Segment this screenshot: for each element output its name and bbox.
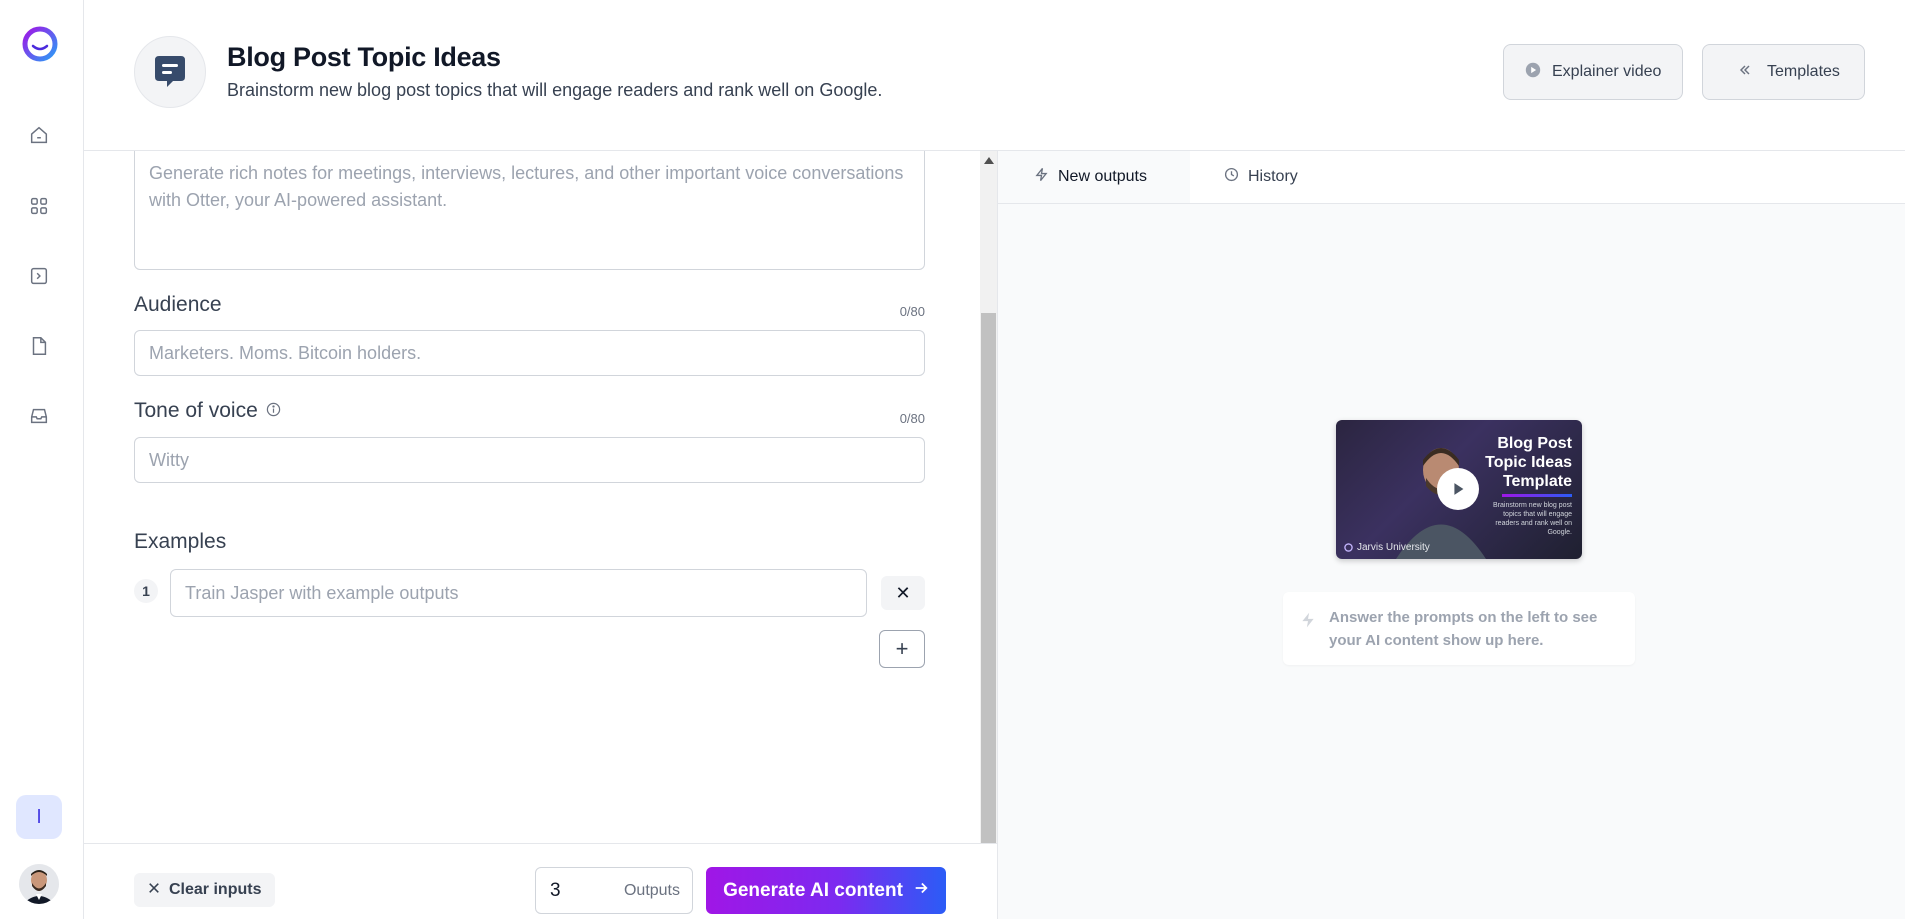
- user-avatar[interactable]: [19, 864, 59, 904]
- workspace-initial[interactable]: I: [16, 795, 62, 839]
- arrow-right-icon: [913, 880, 929, 902]
- video-title-line-1: Blog Post: [1497, 435, 1572, 452]
- tone-input[interactable]: Witty: [134, 437, 925, 483]
- explainer-video-label: Explainer video: [1552, 63, 1662, 80]
- chevrons-left-icon: [1737, 62, 1753, 83]
- clock-icon: [1224, 167, 1239, 187]
- page-subtitle: Brainstorm new blog post topics that wil…: [227, 80, 883, 100]
- remove-example-button[interactable]: ✕: [881, 576, 925, 610]
- tab-history-label: History: [1248, 168, 1298, 185]
- templates-label: Templates: [1767, 63, 1840, 80]
- page-title: Blog Post Topic Ideas: [227, 42, 501, 72]
- app-window: I Blog Post Topic Ideas Brainstorm new b…: [0, 0, 1905, 919]
- brand-logo-icon: [1344, 543, 1353, 552]
- templates-grid-icon[interactable]: [22, 189, 56, 223]
- tab-new-outputs[interactable]: New outputs: [998, 151, 1190, 203]
- description-textarea[interactable]: Generate rich notes for meetings, interv…: [134, 151, 925, 270]
- audience-counter: 0/80: [899, 304, 925, 319]
- play-icon[interactable]: [1437, 468, 1479, 510]
- jasper-logo[interactable]: [18, 24, 62, 64]
- video-description: Brainstorm new blog post topics that wil…: [1493, 502, 1572, 536]
- action-bar: Clear inputs 3 Outputs Generate AI conte…: [84, 843, 997, 919]
- clear-inputs-label: Clear inputs: [169, 881, 262, 898]
- output-tabs: New outputs History: [998, 151, 1905, 204]
- play-circle-icon: [1524, 61, 1542, 84]
- empty-state-hint: Answer the prompts on the left to see yo…: [1283, 592, 1635, 665]
- empty-state-text: Answer the prompts on the left to see yo…: [1329, 609, 1598, 649]
- audience-input[interactable]: Marketers. Moms. Bitcoin holders.: [134, 330, 925, 376]
- video-brand: Jarvis University: [1344, 542, 1430, 553]
- home-icon[interactable]: [22, 118, 56, 152]
- templates-button[interactable]: Templates: [1702, 44, 1865, 100]
- explainer-video-thumbnail[interactable]: Blog Post Topic Ideas Template Brainstor…: [1336, 420, 1582, 559]
- template-header: Blog Post Topic Ideas Brainstorm new blo…: [84, 0, 1905, 151]
- audience-label: Audience: [134, 293, 222, 317]
- example-number: 1: [134, 579, 158, 603]
- inbox-icon[interactable]: [22, 399, 56, 433]
- video-title-line-3: Template: [1502, 473, 1572, 490]
- outputs-count-label: Outputs: [623, 881, 680, 899]
- scroll-thumb[interactable]: [981, 313, 996, 843]
- info-icon[interactable]: [266, 399, 281, 423]
- input-form: Generate rich notes for meetings, interv…: [84, 151, 980, 843]
- output-panel: New outputs History Blog Post Topic Idea…: [997, 151, 1905, 919]
- video-title: Blog Post Topic Ideas Template: [1485, 434, 1572, 491]
- video-brand-label: Jarvis University: [1357, 542, 1430, 553]
- examples-label-text: Examples: [134, 530, 227, 553]
- chat-message-icon: [134, 36, 206, 108]
- explainer-video-button[interactable]: Explainer video: [1503, 44, 1683, 100]
- video-accent-bar: [1502, 494, 1572, 497]
- clear-inputs-button[interactable]: Clear inputs: [134, 873, 276, 907]
- tone-label: Tone of voice: [134, 399, 281, 423]
- outputs-count-value[interactable]: 3: [550, 880, 561, 902]
- lightning-icon: [1299, 606, 1317, 636]
- tone-label-text: Tone of voice: [134, 399, 258, 422]
- left-rail: I: [0, 0, 84, 919]
- lightning-icon: [1034, 167, 1049, 187]
- video-title-line-2: Topic Ideas: [1485, 454, 1572, 471]
- form-scrollbar[interactable]: [980, 151, 997, 843]
- examples-label: Examples: [134, 530, 226, 554]
- close-icon: [148, 881, 160, 899]
- tone-counter: 0/80: [899, 411, 925, 426]
- scroll-up-arrow[interactable]: [984, 157, 994, 164]
- example-input[interactable]: Train Jasper with example outputs: [170, 569, 867, 617]
- outputs-count-input[interactable]: 3 Outputs: [535, 867, 693, 914]
- tab-history[interactable]: History: [1188, 151, 1334, 203]
- audience-label-text: Audience: [134, 293, 222, 316]
- commands-icon[interactable]: [22, 259, 56, 293]
- document-icon[interactable]: [22, 329, 56, 363]
- tab-new-outputs-label: New outputs: [1058, 168, 1147, 185]
- generate-ai-content-button[interactable]: Generate AI content: [706, 867, 946, 914]
- add-example-button[interactable]: +: [879, 630, 925, 668]
- generate-label: Generate AI content: [723, 879, 903, 901]
